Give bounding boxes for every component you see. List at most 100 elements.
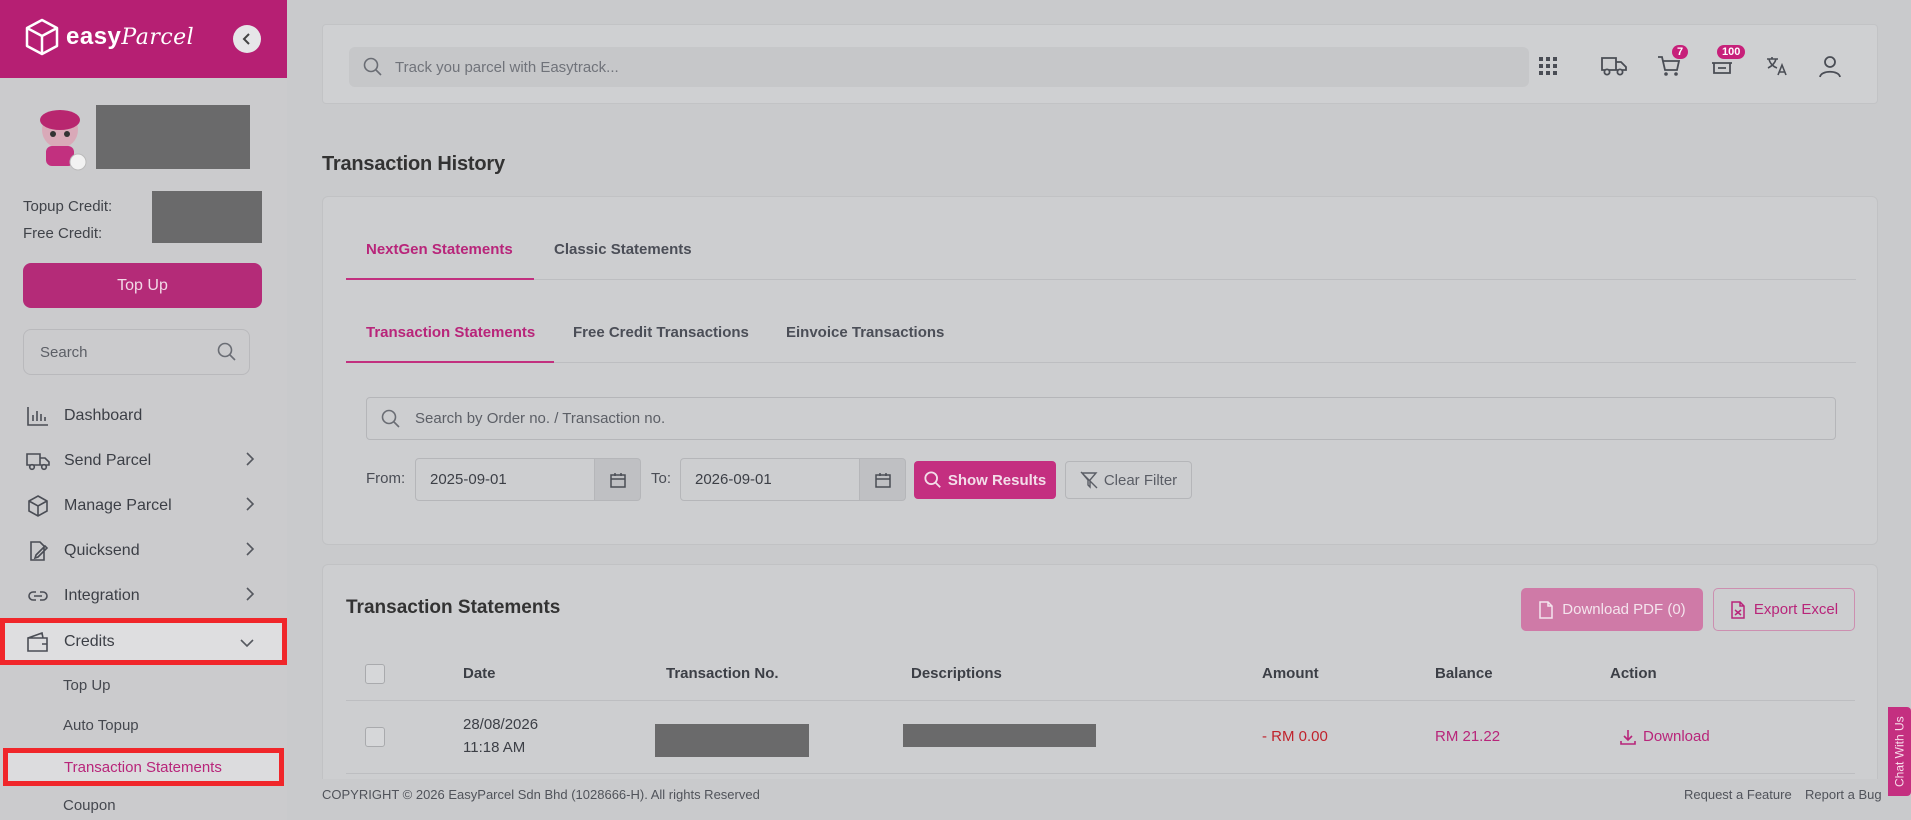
row-download-link[interactable]: Download [1620,728,1710,745]
sidebar-item-send-parcel[interactable]: Send Parcel [0,438,287,483]
column-header-balance[interactable]: Balance [1435,665,1493,682]
report-bug-link[interactable]: Report a Bug [1805,787,1882,802]
column-header-action[interactable]: Action [1610,665,1657,682]
truck-icon[interactable] [1599,51,1629,81]
row-checkbox[interactable] [365,727,385,747]
from-date-input[interactable]: 2025-09-01 [415,458,595,501]
link-icon [28,590,48,601]
download-pdf-button[interactable]: Download PDF (0) [1521,588,1703,631]
export-excel-button[interactable]: Export Excel [1713,588,1855,631]
show-results-label: Show Results [947,471,1047,489]
copyright-text: COPYRIGHT © 2026 EasyParcel Sdn Bhd (102… [322,787,760,802]
chevron-right-icon [246,587,255,601]
sidebar-item-credits[interactable]: Credits [0,618,287,665]
collapse-sidebar-button[interactable] [233,25,261,53]
top-bar: 7 100 [322,24,1878,104]
user-profile-icon[interactable] [1815,51,1845,81]
sidebar-search-input[interactable] [38,342,198,362]
translate-icon[interactable] [1762,51,1792,81]
search-icon[interactable] [217,342,237,362]
sidebar-subitem-transaction-statements[interactable]: Transaction Statements [3,748,284,786]
chat-with-us-button[interactable]: Chat With Us [1888,707,1911,796]
from-label: From: [366,470,406,487]
statements-title: Transaction Statements [346,597,561,618]
tab-einvoice-transactions[interactable]: Einvoice Transactions [786,324,944,341]
row-balance: RM 21.22 [1435,728,1501,745]
subtab-divider [346,362,1856,363]
sidebar-item-label: Send Parcel [64,451,152,469]
to-label: To: [651,470,672,487]
tab-transaction-statements[interactable]: Transaction Statements [366,324,535,341]
chevron-right-icon [246,452,255,466]
sidebar-subitem-auto-topup[interactable]: Auto Topup [63,717,139,734]
header-divider [346,700,1855,701]
tab-nextgen-statements[interactable]: NextGen Statements [366,241,513,258]
select-all-checkbox[interactable] [365,664,385,684]
sidebar-item-quicksend[interactable]: Quicksend [0,528,287,573]
box-logo-icon [25,18,59,56]
sidebar-item-dashboard[interactable]: Dashboard [0,393,287,438]
excel-file-icon [1731,600,1745,619]
download-icon [1620,729,1636,745]
column-header-amount[interactable]: Amount [1262,665,1319,682]
sidebar-item-integration[interactable]: Integration [0,573,287,618]
page-title: Transaction History [322,153,505,175]
sidebar-subitem-coupon[interactable]: Coupon [63,797,116,814]
column-header-descriptions[interactable]: Descriptions [911,665,1002,682]
credit-values-redacted [152,191,262,243]
search-icon [363,57,382,76]
bar-chart-icon [27,406,48,426]
sidebar-subitem-top-up[interactable]: Top Up [63,677,111,694]
sidebar-search[interactable] [23,329,250,375]
logo-script: Parcel [121,25,195,50]
tab-active-underline [346,278,534,280]
search-icon [381,409,400,428]
description-redacted [903,724,1096,747]
request-feature-link[interactable]: Request a Feature [1684,787,1792,802]
apps-grid-icon[interactable] [1533,51,1563,81]
avatar[interactable] [30,104,90,172]
row-time: 11:18 AM [463,739,526,756]
column-header-date[interactable]: Date [463,665,496,682]
order-search-input[interactable] [413,409,1013,428]
download-pdf-label: Download PDF (0) [1562,601,1686,618]
package-icon [28,494,48,517]
truck-icon [26,452,50,470]
subtab-active-underline [346,361,554,363]
column-header-transaction-no[interactable]: Transaction No. [666,665,779,682]
row-date: 28/08/2026 [463,716,539,733]
row-amount: - RM 0.00 [1262,728,1328,745]
clear-filter-button[interactable]: Clear Filter [1065,461,1192,499]
show-results-button[interactable]: Show Results [914,461,1056,499]
topup-credit-label: Topup Credit: [23,198,113,215]
from-calendar-button[interactable] [595,458,641,501]
notification-badge: 100 [1717,45,1746,59]
wallet-icon [27,631,48,652]
clear-filter-label: Clear Filter [1103,471,1178,489]
sidebar-item-label: Integration [64,586,140,604]
logo-text: easy [66,23,122,50]
easytrack-search[interactable] [349,47,1529,87]
chevron-right-icon [246,497,255,511]
top-up-button[interactable]: Top Up [23,263,262,308]
calendar-icon [609,472,626,488]
cart-icon[interactable]: 7 [1654,45,1689,81]
calendar-icon [874,472,891,488]
chevron-left-icon [242,33,250,45]
edit-document-icon [30,540,49,561]
notification-icon[interactable]: 100 [1707,45,1746,81]
export-excel-label: Export Excel [1753,601,1839,618]
sidebar: easyParcel Topup Credit: Free Credit: To… [0,0,287,820]
sidebar-item-label: Quicksend [64,541,140,559]
pdf-file-icon [1539,600,1554,619]
to-date-input[interactable]: 2026-09-01 [680,458,860,501]
logo[interactable]: easyParcel [24,18,194,56]
mascot-avatar-icon [40,110,87,171]
chevron-right-icon [246,542,255,556]
tab-classic-statements[interactable]: Classic Statements [554,241,692,258]
tab-free-credit-transactions[interactable]: Free Credit Transactions [573,324,749,341]
to-calendar-button[interactable] [860,458,906,501]
easytrack-input[interactable] [393,57,993,77]
order-search[interactable] [366,397,1836,440]
sidebar-item-manage-parcel[interactable]: Manage Parcel [0,483,287,528]
